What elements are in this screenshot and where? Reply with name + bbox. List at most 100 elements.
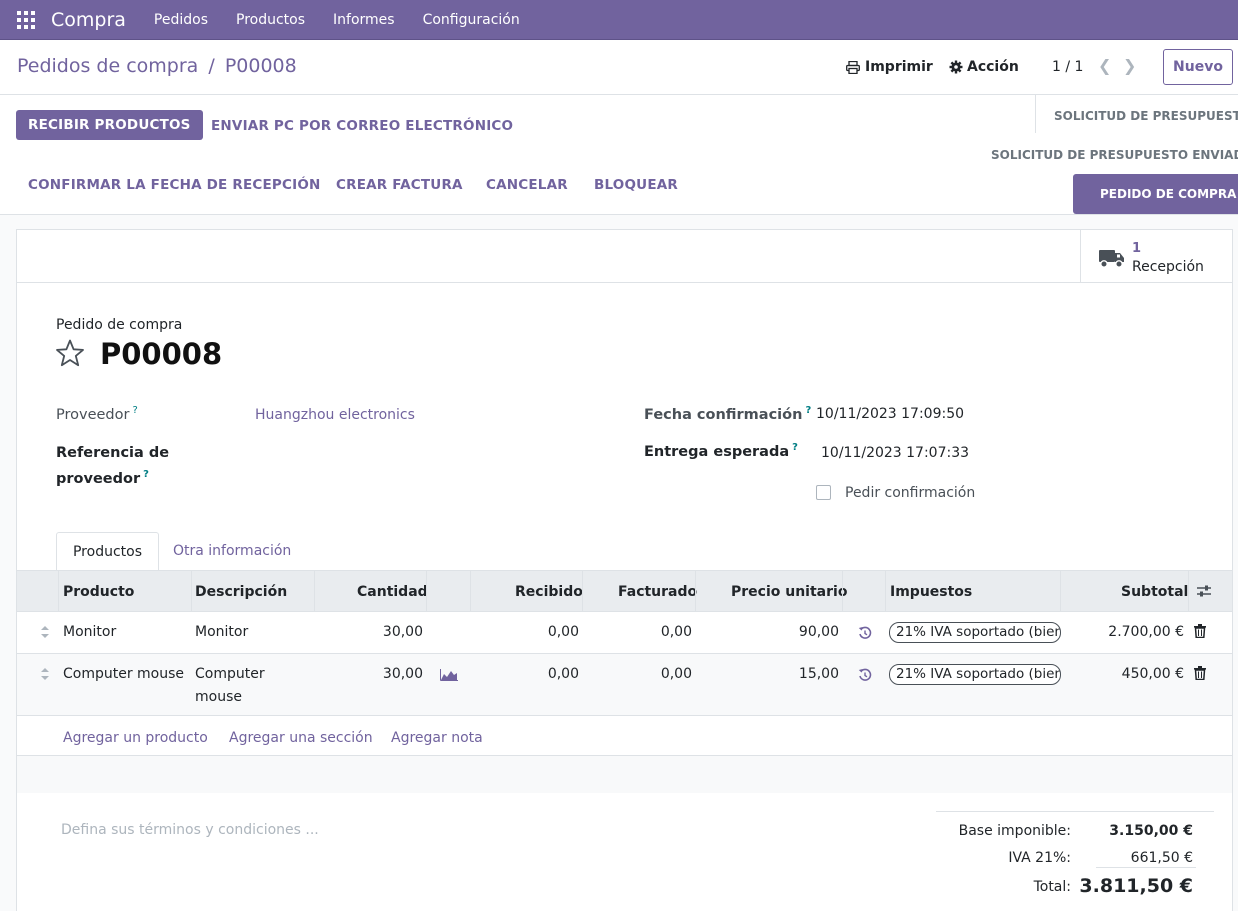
header-invoiced[interactable]: Facturado xyxy=(618,584,697,600)
chevron-left-icon[interactable]: ❮ xyxy=(1098,56,1111,75)
vendor-label: Proveedor? xyxy=(56,405,138,423)
tax-tag[interactable]: 21% IVA soportado (bienes corrientes) xyxy=(889,622,1061,643)
stage-purchase-order[interactable]: PEDIDO DE COMPRA xyxy=(1073,174,1238,214)
header-quantity[interactable]: Cantidad xyxy=(357,584,428,600)
menu-informes[interactable]: Informes xyxy=(319,12,409,28)
receive-products-button[interactable]: RECIBIR PRODUCTOS xyxy=(16,110,203,140)
confirm-date-label: Fecha confirmación? xyxy=(644,405,812,423)
header-product[interactable]: Producto xyxy=(63,584,134,600)
breadcrumb: Pedidos de compra / P00008 xyxy=(17,55,297,77)
apps-menu-icon[interactable] xyxy=(17,10,35,29)
base-label: Base imponible: xyxy=(958,823,1071,839)
block-button[interactable]: BLOQUEAR xyxy=(594,177,678,193)
cell-received[interactable]: 0,00 xyxy=(477,666,579,682)
header-subtotal[interactable]: Subtotal xyxy=(1121,584,1188,600)
new-button[interactable]: Nuevo xyxy=(1163,49,1233,85)
print-button[interactable]: Imprimir xyxy=(846,59,933,75)
cell-quantity[interactable]: 30,00 xyxy=(322,624,423,640)
expected-date-label: Entrega esperada? xyxy=(644,442,798,460)
total-divider xyxy=(1096,867,1196,868)
add-section-link[interactable]: Agregar una sección xyxy=(229,730,373,746)
header-taxes[interactable]: Impuestos xyxy=(890,584,972,600)
header-unit-price[interactable]: Precio unitario xyxy=(731,584,847,600)
total-label: Total: xyxy=(1033,879,1071,895)
help-icon[interactable]: ? xyxy=(143,469,149,480)
cell-description-line1[interactable]: Computer xyxy=(195,666,265,682)
receipt-smart-button[interactable]: 1 Recepción xyxy=(1080,230,1232,283)
total-value: 3.811,50 € xyxy=(1079,875,1193,897)
tab-other-info[interactable]: Otra información xyxy=(173,543,291,559)
chevron-right-icon[interactable]: ❯ xyxy=(1123,56,1136,75)
drag-handle-icon[interactable] xyxy=(40,667,50,681)
receipt-count: 1 xyxy=(1132,241,1142,256)
add-product-link[interactable]: Agregar un producto xyxy=(63,730,208,746)
tax-value: 661,50 € xyxy=(1130,850,1193,866)
history-icon[interactable] xyxy=(858,668,872,682)
table-row[interactable]: Monitor Monitor 30,00 0,00 0,00 90,00 21… xyxy=(17,612,1232,654)
stage-rfq-sent[interactable]: SOLICITUD DE PRESUPUESTO ENVIADA xyxy=(991,148,1238,162)
tax-label: IVA 21%: xyxy=(1008,850,1071,866)
vendor-ref-label-line1: Referencia de xyxy=(56,445,170,461)
cell-quantity[interactable]: 30,00 xyxy=(322,666,423,682)
cell-received[interactable]: 0,00 xyxy=(477,624,579,640)
stage-rfq[interactable]: SOLICITUD DE PRESUPUESTO xyxy=(1054,109,1238,123)
cell-subtotal: 2.700,00 € xyxy=(1108,624,1184,640)
button-box: 1 Recepción xyxy=(17,230,1232,283)
help-icon[interactable]: ? xyxy=(132,405,137,416)
cell-product[interactable]: Computer mouse xyxy=(63,666,184,682)
truck-icon xyxy=(1099,250,1124,268)
cell-product[interactable]: Monitor xyxy=(63,624,116,640)
column-settings-icon[interactable] xyxy=(1196,584,1212,598)
history-icon[interactable] xyxy=(858,626,872,640)
table-footer xyxy=(17,755,1232,793)
form-sheet: 1 Recepción Pedido de compra P00008 Prov… xyxy=(16,229,1233,911)
vendor-value[interactable]: Huangzhou electronics xyxy=(255,407,415,423)
expected-date-value[interactable]: 10/11/2023 17:07:33 xyxy=(821,445,969,461)
terms-conditions-input[interactable]: Defina sus términos y condiciones ... xyxy=(61,822,319,838)
help-icon[interactable]: ? xyxy=(792,442,798,453)
header-description[interactable]: Descripción xyxy=(195,584,287,600)
table-row[interactable]: Computer mouse Computer mouse 30,00 0,00… xyxy=(17,654,1232,716)
menu-pedidos[interactable]: Pedidos xyxy=(140,12,222,28)
vendor-ref-label: proveedor? xyxy=(56,469,149,487)
menu-configuracion[interactable]: Configuración xyxy=(409,12,534,28)
cell-invoiced[interactable]: 0,00 xyxy=(589,624,692,640)
action-button[interactable]: Acción xyxy=(949,59,1019,75)
trash-icon[interactable] xyxy=(1194,624,1206,638)
pager-value[interactable]: 1 / 1 xyxy=(1052,59,1083,75)
tax-tag[interactable]: 21% IVA soportado (bienes corrientes) xyxy=(889,664,1061,685)
po-name: P00008 xyxy=(100,337,223,371)
cell-subtotal: 450,00 € xyxy=(1121,666,1184,682)
cell-unit-price[interactable]: 90,00 xyxy=(717,624,839,640)
cell-invoiced[interactable]: 0,00 xyxy=(589,666,692,682)
send-email-button[interactable]: ENVIAR PC POR CORREO ELECTRÓNICO xyxy=(211,118,513,134)
cell-unit-price[interactable]: 15,00 xyxy=(717,666,839,682)
help-icon[interactable]: ? xyxy=(805,405,811,416)
breadcrumb-parent[interactable]: Pedidos de compra xyxy=(17,55,198,77)
confirm-receipt-date-button[interactable]: CONFIRMAR LA FECHA DE RECEPCIÓN xyxy=(28,177,321,193)
forecast-chart-icon[interactable] xyxy=(440,669,458,681)
tab-products[interactable]: Productos xyxy=(56,532,159,571)
add-note-link[interactable]: Agregar nota xyxy=(391,730,483,746)
table-header: Producto Descripción Cantidad Recibido F… xyxy=(17,570,1232,612)
breadcrumb-separator: / xyxy=(208,55,215,77)
ask-confirmation-checkbox[interactable] xyxy=(816,485,831,500)
cancel-button[interactable]: CANCELAR xyxy=(486,177,568,193)
confirm-date-value[interactable]: 10/11/2023 17:09:50 xyxy=(816,406,964,422)
cell-description-line2[interactable]: mouse xyxy=(195,689,242,705)
app-name[interactable]: Compra xyxy=(51,9,126,31)
totals-divider xyxy=(936,811,1214,812)
menu-productos[interactable]: Productos xyxy=(222,12,319,28)
control-panel: Pedidos de compra / P00008 Imprimir Acci… xyxy=(0,40,1238,95)
top-navbar: Compra Pedidos Productos Informes Config… xyxy=(0,0,1238,40)
drag-handle-icon[interactable] xyxy=(40,625,50,639)
create-invoice-button[interactable]: CREAR FACTURA xyxy=(336,177,463,193)
trash-icon[interactable] xyxy=(1194,666,1206,680)
star-icon[interactable] xyxy=(55,339,85,367)
printer-icon xyxy=(846,60,860,74)
stage-divider xyxy=(1035,95,1036,133)
gear-icon xyxy=(949,60,963,74)
base-value: 3.150,00 € xyxy=(1109,823,1193,839)
cell-description[interactable]: Monitor xyxy=(195,624,248,640)
header-received[interactable]: Recibido xyxy=(515,584,583,600)
